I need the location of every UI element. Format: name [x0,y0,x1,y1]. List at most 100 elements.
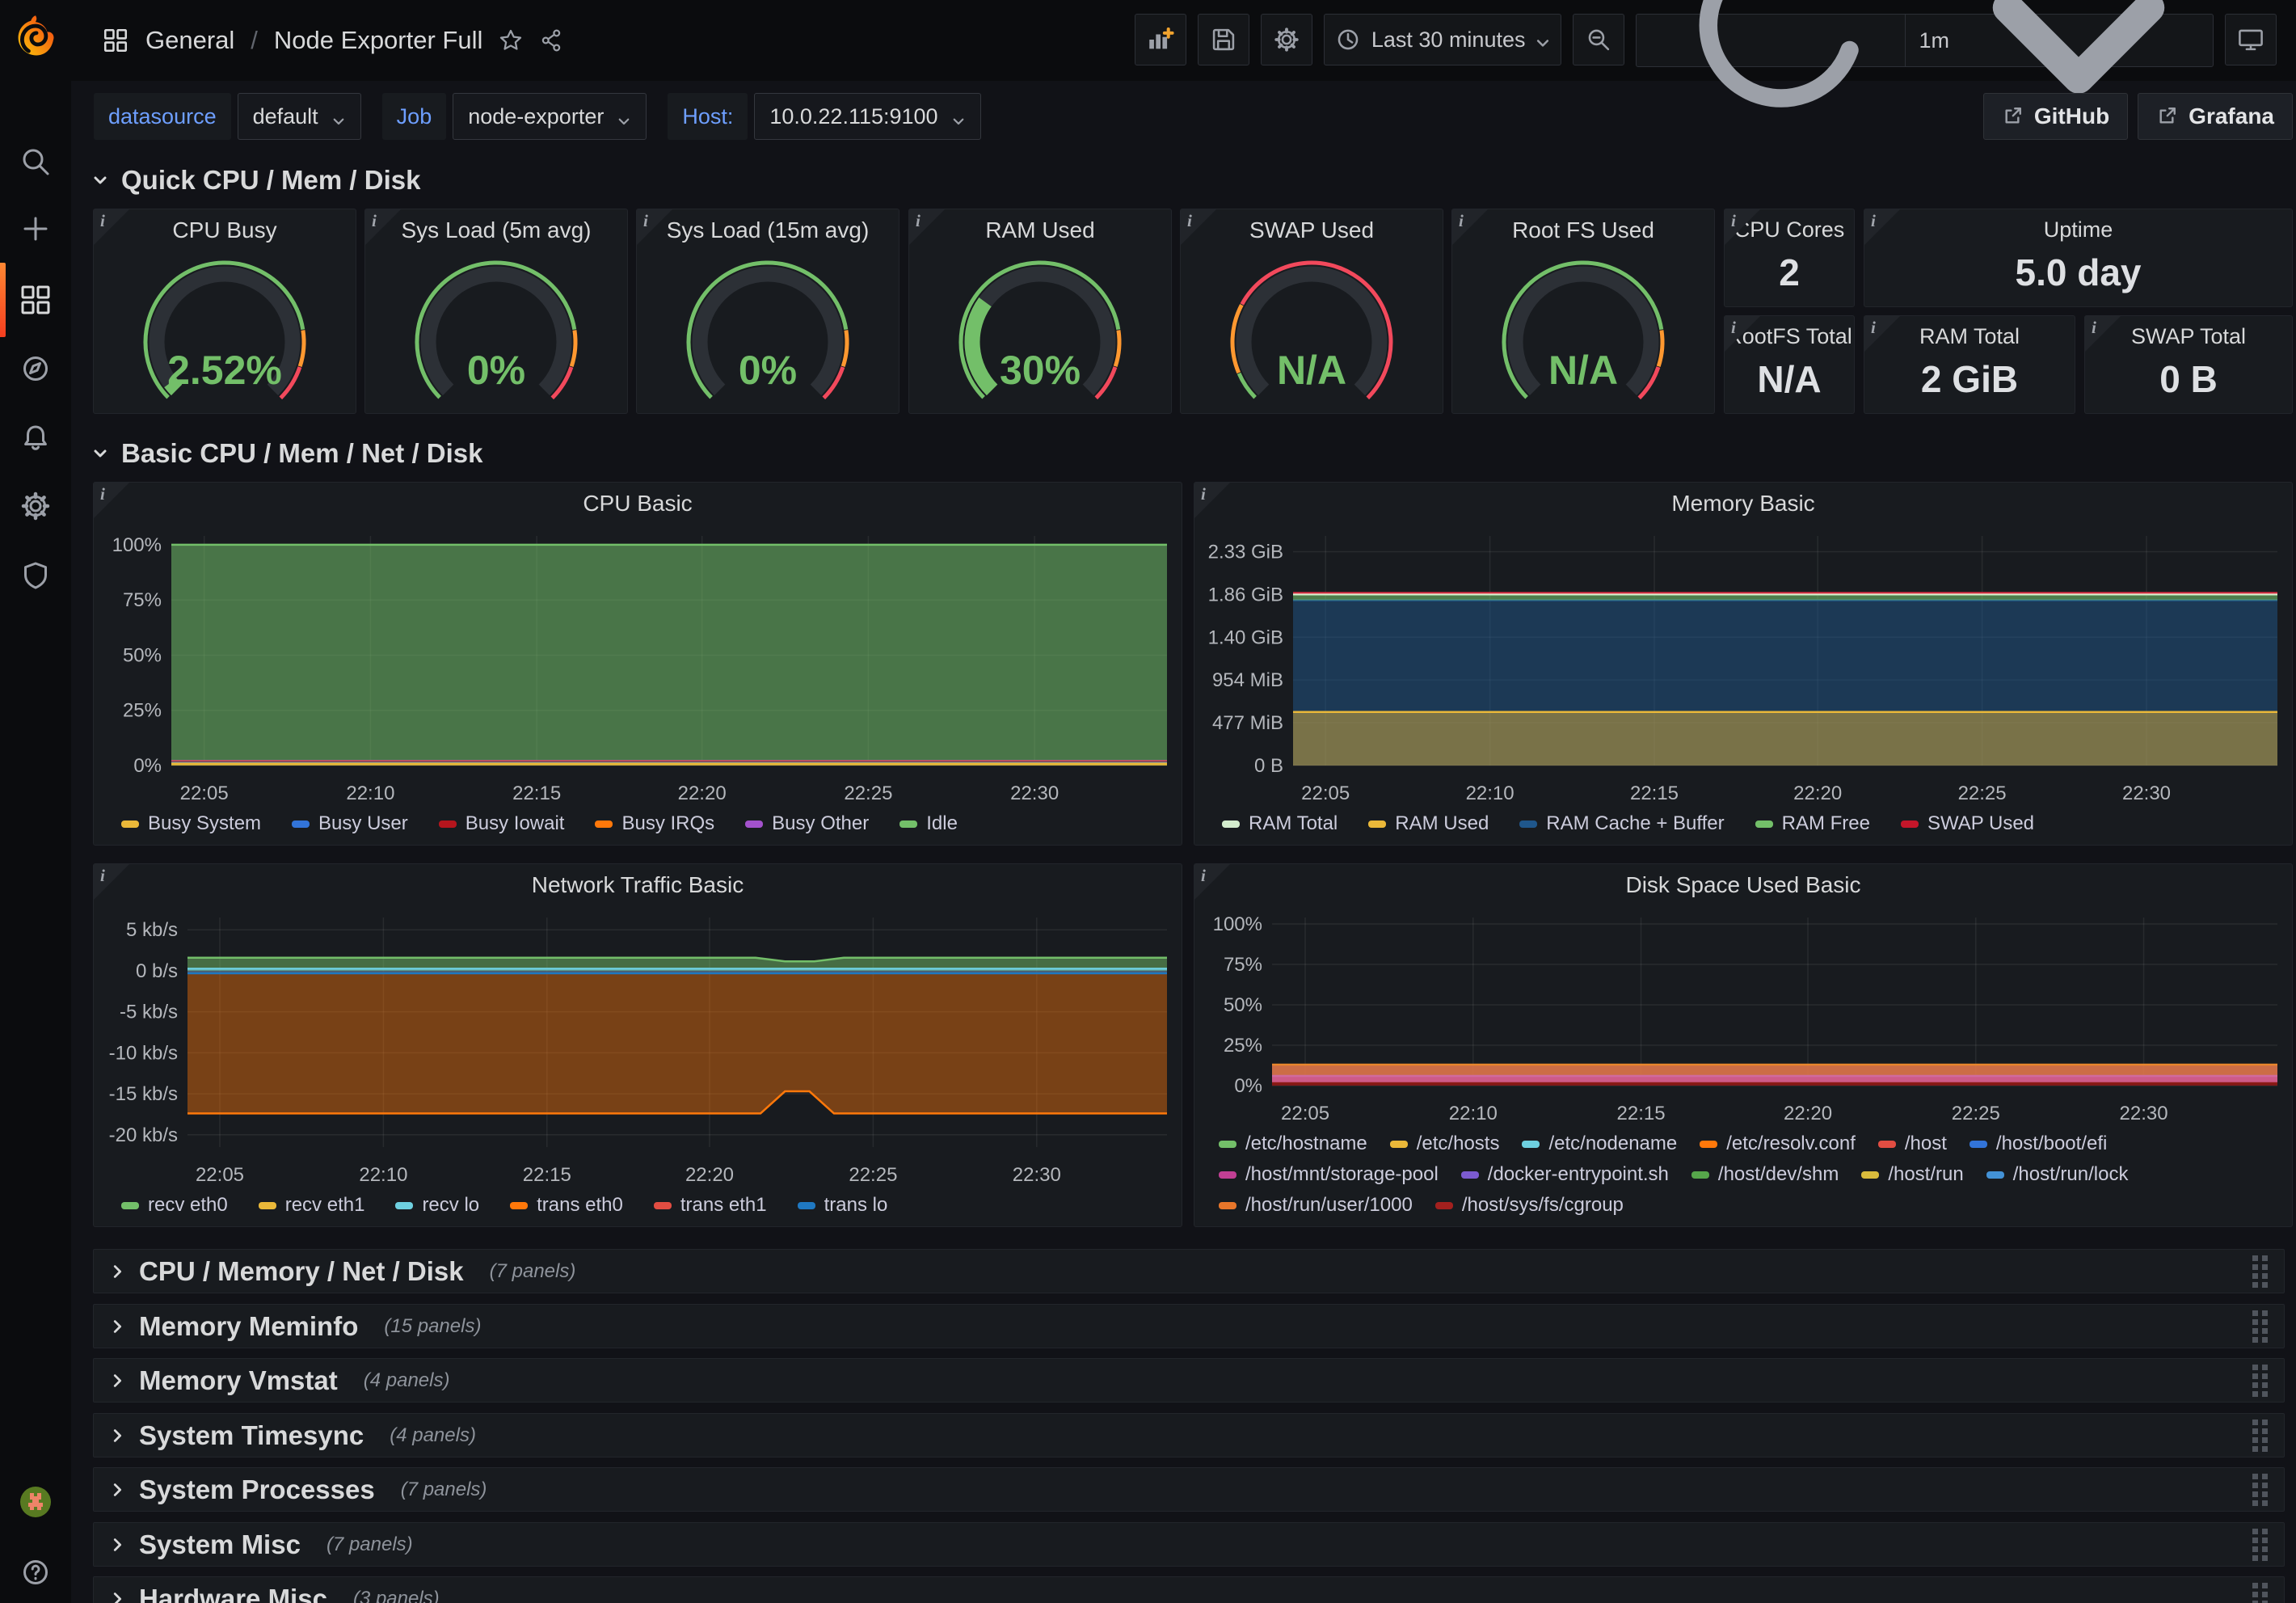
variable-label[interactable]: Host: [668,93,748,140]
drag-handle-icon[interactable] [2251,1254,2269,1289]
panel-info-icon[interactable]: i [1725,209,1760,245]
panel-info-icon[interactable]: i [909,209,945,245]
admin-shield-icon[interactable] [19,559,52,592]
legend-item[interactable]: /etc/hostname [1219,1133,1367,1155]
help-icon[interactable] [19,1556,52,1588]
collapsed-row[interactable]: Hardware Misc(3 panels) [93,1576,2285,1603]
collapsed-row[interactable]: CPU / Memory / Net / Disk(7 panels) [93,1249,2285,1293]
drag-handle-icon[interactable] [2251,1418,2269,1453]
legend-item[interactable]: trans eth0 [510,1194,623,1217]
search-icon[interactable] [19,146,52,178]
legend-item[interactable]: /host/boot/efi [1970,1133,2107,1155]
panel-title[interactable]: Sys Load (15m avg) [637,209,899,251]
add-panel-button[interactable] [1135,14,1186,65]
variable-value-dropdown[interactable]: node-exporter [453,93,647,140]
panel-title[interactable]: Disk Space Used Basic [1194,864,2292,906]
panel-info-icon[interactable]: i [365,209,401,245]
panel-info-icon[interactable]: i [1864,316,1900,352]
memory-basic-chart[interactable]: 22:0522:1022:1522:2022:2522:300 B477 MiB… [1194,525,2292,811]
github-link-button[interactable]: GitHub [1983,93,2128,140]
section-quick-cpu-mem-disk[interactable]: Quick CPU / Mem / Disk [91,160,420,200]
configuration-gear-icon[interactable] [19,490,52,522]
dashboard-settings-button[interactable] [1261,14,1312,65]
time-range-picker[interactable]: Last 30 minutes [1324,14,1562,65]
legend-item[interactable]: SWAP Used [1901,812,2034,835]
panel-title[interactable]: CPU Busy [94,209,356,251]
create-plus-icon[interactable] [19,213,52,245]
grafana-logo-icon[interactable] [11,13,60,61]
disk-space-chart[interactable]: 22:0522:1022:1522:2022:2522:300%25%50%75… [1194,906,2292,1131]
legend-item[interactable]: Busy System [121,812,261,835]
panel-info-icon[interactable]: i [2085,316,2121,352]
legend-item[interactable]: Busy Iowait [439,812,565,835]
legend-item[interactable]: /etc/hosts [1390,1133,1500,1155]
legend-item[interactable]: RAM Free [1755,812,1870,835]
drag-handle-icon[interactable] [2251,1363,2269,1398]
panel-title[interactable]: CPU Basic [94,483,1182,525]
legend-item[interactable]: /etc/resolv.conf [1700,1133,1856,1155]
alerting-bell-icon[interactable] [19,422,52,454]
legend-item[interactable]: Busy Other [745,812,869,835]
legend-item[interactable]: /host/run/lock [1986,1163,2129,1186]
legend-item[interactable]: /docker-entrypoint.sh [1461,1163,1669,1186]
panel-title[interactable]: Memory Basic [1194,483,2292,525]
legend-item[interactable]: /etc/nodename [1522,1133,1677,1155]
variable-label[interactable]: Job [382,93,447,140]
panel-title[interactable]: Root FS Used [1452,209,1714,251]
legend-item[interactable]: RAM Used [1368,812,1489,835]
panel-title[interactable]: Network Traffic Basic [94,864,1182,906]
refresh-interval-dropdown[interactable]: 1m [1905,15,2213,66]
grafana-link-button[interactable]: Grafana [2138,93,2293,140]
drag-handle-icon[interactable] [2251,1581,2269,1603]
legend-item[interactable]: recv lo [395,1194,479,1217]
panel-info-icon[interactable]: i [1725,316,1760,352]
explore-compass-icon[interactable] [19,352,52,385]
collapsed-row[interactable]: Memory Vmstat(4 panels) [93,1358,2285,1403]
drag-handle-icon[interactable] [2251,1472,2269,1508]
legend-item[interactable]: trans eth1 [654,1194,767,1217]
cycle-view-button[interactable] [2225,14,2277,65]
legend-item[interactable]: recv eth1 [259,1194,365,1217]
collapsed-row[interactable]: System Timesync(4 panels) [93,1413,2285,1457]
legend-item[interactable]: Busy User [292,812,408,835]
collapsed-row[interactable]: System Misc(7 panels) [93,1522,2285,1567]
panel-info-icon[interactable]: i [1194,864,1230,900]
dashboards-icon[interactable] [19,284,52,316]
panel-info-icon[interactable]: i [94,209,129,245]
panel-info-icon[interactable]: i [94,864,129,900]
variable-value-dropdown[interactable]: default [238,93,361,140]
legend-item[interactable]: /host/run/user/1000 [1219,1194,1413,1217]
refresh-button[interactable] [1637,15,1905,66]
variable-value-dropdown[interactable]: 10.0.22.115:9100 [754,93,980,140]
save-dashboard-button[interactable] [1198,14,1249,65]
panel-title[interactable]: Uptime [1864,209,2292,247]
star-icon[interactable] [499,28,523,53]
legend-item[interactable]: RAM Cache + Buffer [1519,812,1724,835]
panel-title[interactable]: Sys Load (5m avg) [365,209,627,251]
legend-item[interactable]: trans lo [798,1194,888,1217]
panel-info-icon[interactable]: i [1452,209,1488,245]
collapsed-row[interactable]: System Processes(7 panels) [93,1467,2285,1512]
breadcrumb-section[interactable]: General [145,26,234,55]
legend-item[interactable]: /host/sys/fs/cgroup [1435,1194,1624,1217]
panel-info-icon[interactable]: i [1181,209,1216,245]
section-basic-cpu-mem-net-disk[interactable]: Basic CPU / Mem / Net / Disk [91,433,482,474]
legend-item[interactable]: Busy IRQs [595,812,714,835]
legend-item[interactable]: Idle [899,812,958,835]
panel-title[interactable]: RAM Used [909,209,1171,251]
legend-item[interactable]: /host [1878,1133,1947,1155]
drag-handle-icon[interactable] [2251,1527,2269,1563]
user-avatar[interactable] [19,1486,52,1518]
share-icon[interactable] [539,28,563,53]
legend-item[interactable]: recv eth0 [121,1194,228,1217]
panel-info-icon[interactable]: i [637,209,672,245]
panel-info-icon[interactable]: i [1194,483,1230,518]
panel-title[interactable]: SWAP Used [1181,209,1443,251]
panel-info-icon[interactable]: i [1864,209,1900,245]
legend-item[interactable]: /host/dev/shm [1691,1163,1839,1186]
legend-item[interactable]: /host/run [1861,1163,1963,1186]
variable-label[interactable]: datasource [94,93,231,140]
cpu-basic-chart[interactable]: 22:0522:1022:1522:2022:2522:300%25%50%75… [94,525,1182,811]
breadcrumb-page-title[interactable]: Node Exporter Full [274,26,482,55]
drag-handle-icon[interactable] [2251,1309,2269,1344]
